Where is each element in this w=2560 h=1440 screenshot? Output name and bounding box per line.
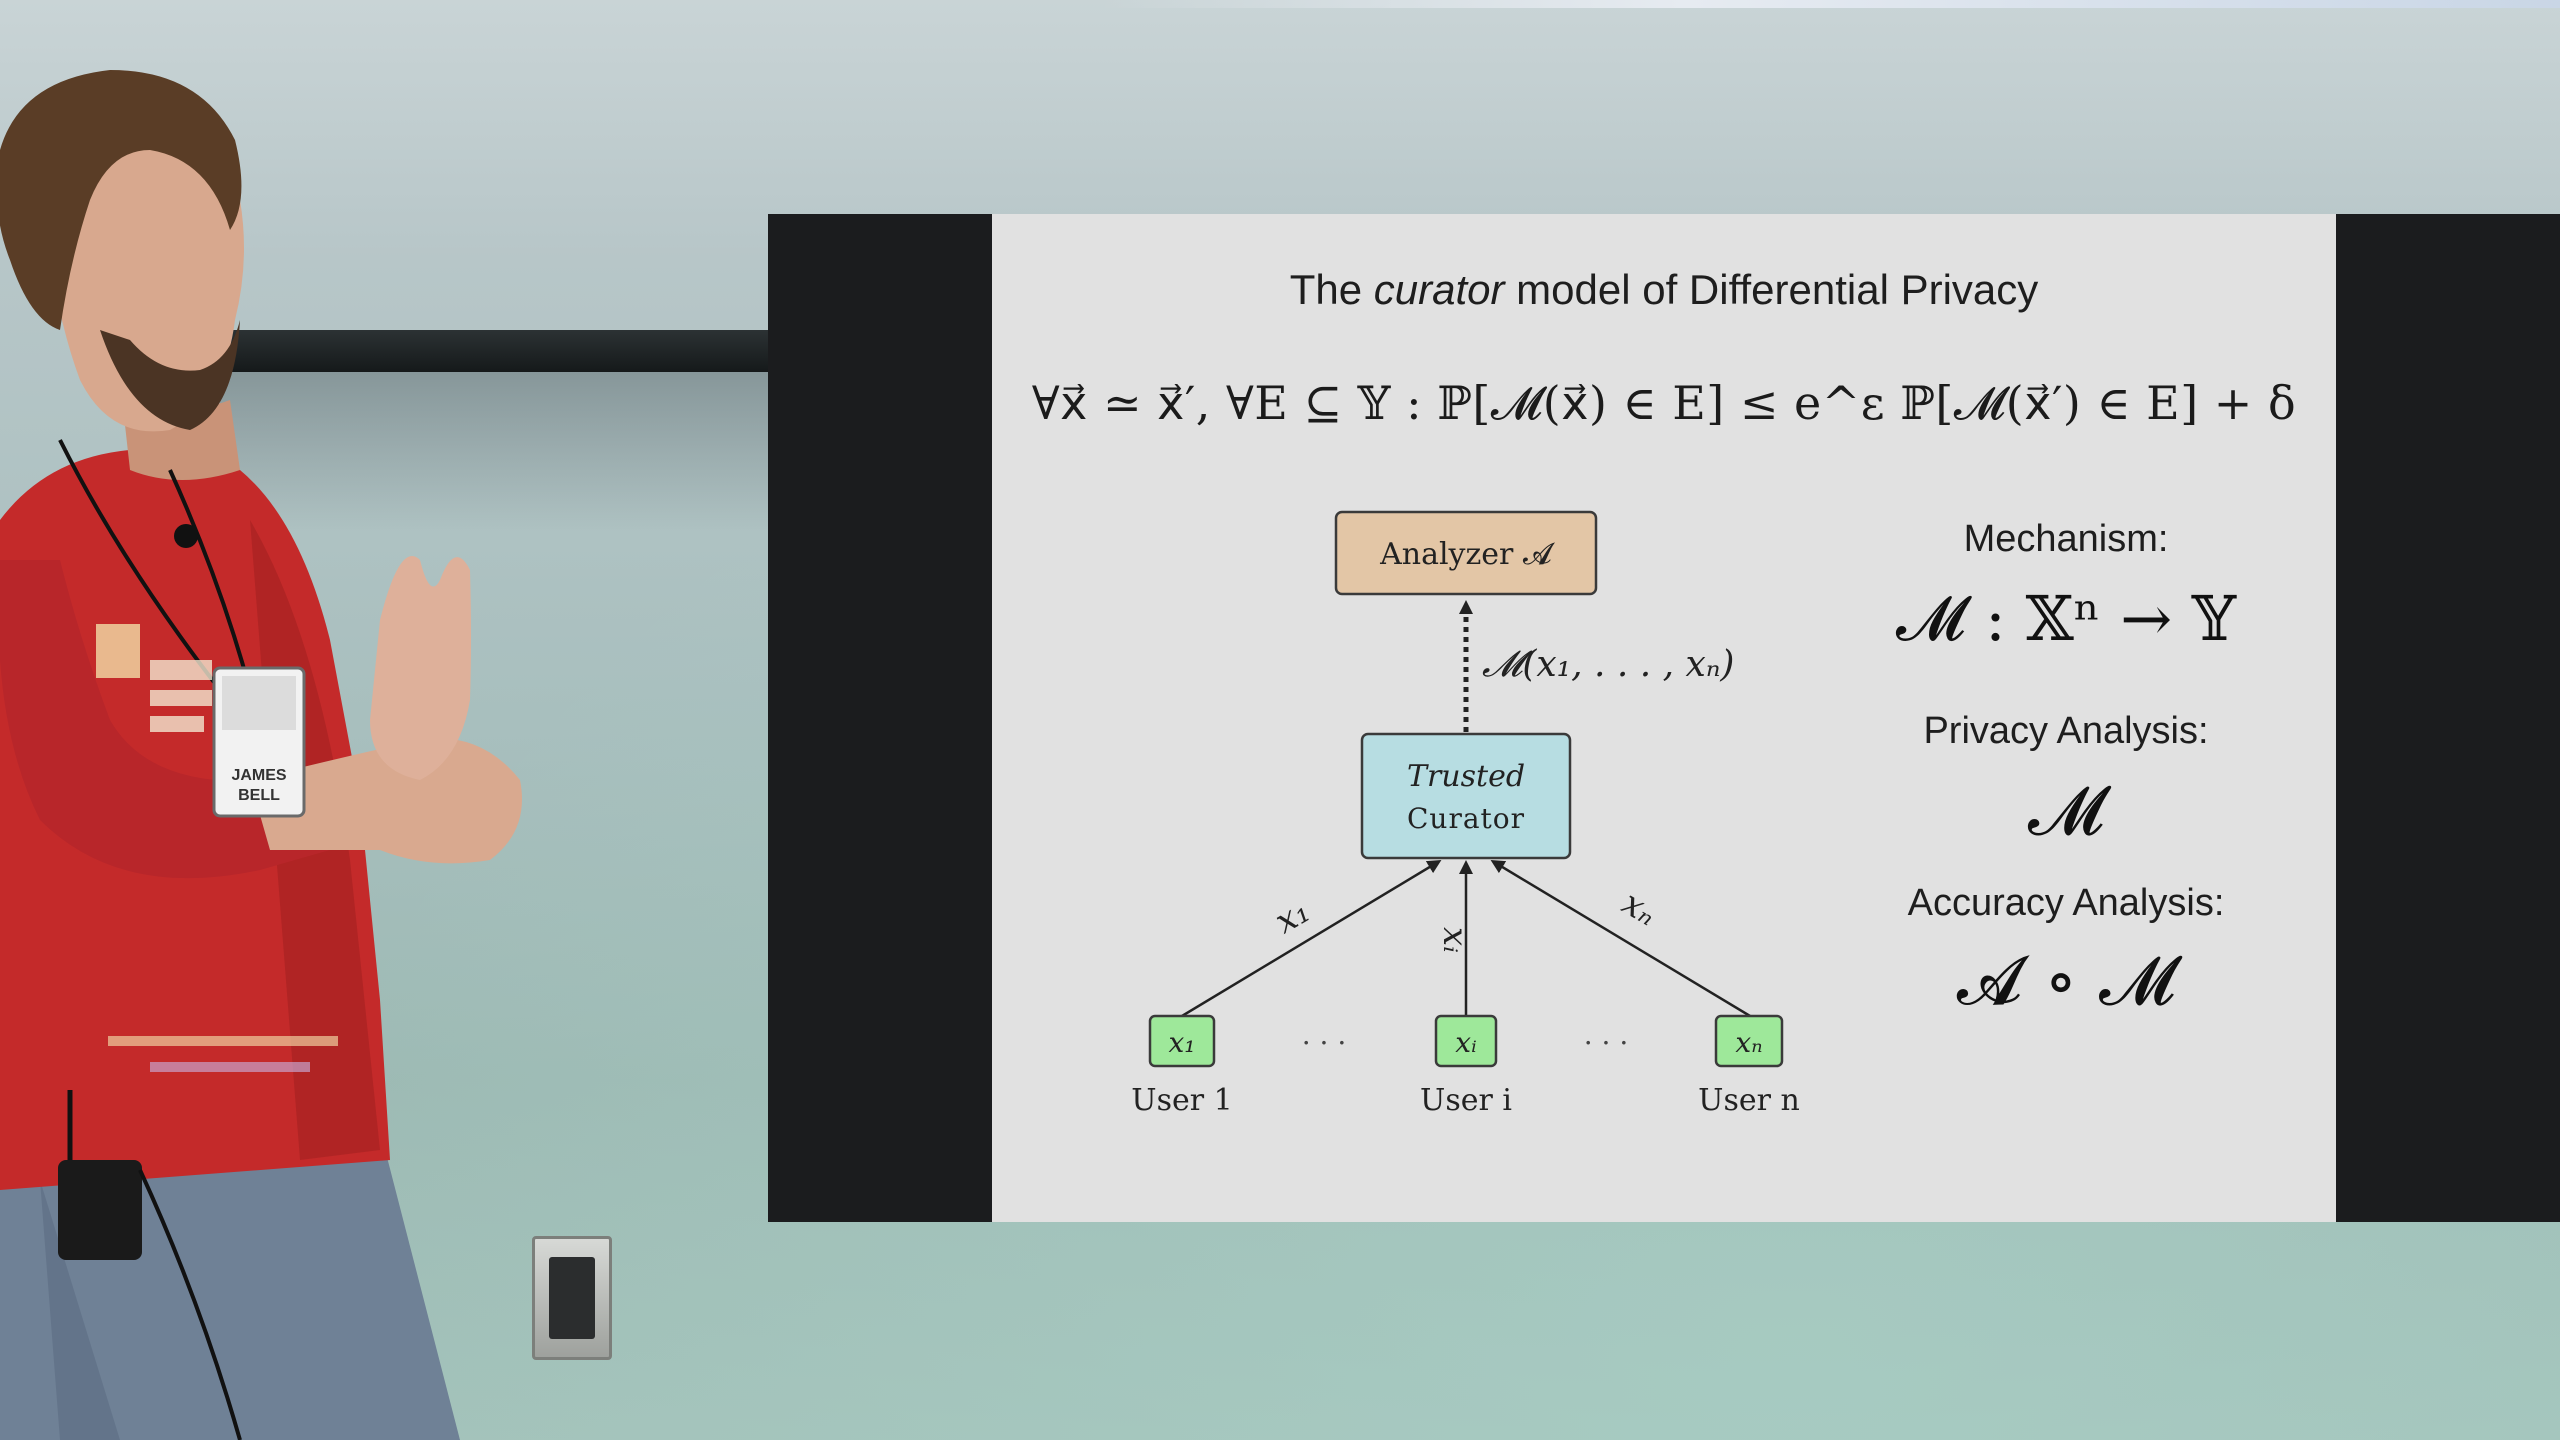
edge-label-n: xₙ (1615, 883, 1664, 934)
user-1-label: User 1 (1131, 1083, 1232, 1118)
wall-switch-plate (532, 1236, 612, 1360)
edge-label-1: x₁ (1268, 891, 1316, 942)
ceiling-light (1100, 0, 2560, 8)
mechanism-heading: Mechanism: (1963, 518, 2169, 560)
accuracy-heading: Accuracy Analysis: (1907, 882, 2225, 924)
privacy-math: 𝓜 (2027, 772, 2105, 851)
edge-user-1 (1181, 859, 1442, 1018)
edge-user-n (1490, 859, 1751, 1018)
wireless-transmitter (58, 1160, 142, 1260)
mechanism-edge-label: 𝓜(x₁, . . . , xₙ) (1482, 644, 1734, 685)
badge-name-last: BELL (238, 787, 280, 804)
analyzer-label: Analyzer 𝓐 (1379, 537, 1556, 572)
privacy-heading: Privacy Analysis: (1923, 710, 2209, 752)
user-i-label: User i (1420, 1083, 1512, 1118)
lapel-microphone (174, 524, 198, 548)
ellipsis-right: . . . (1584, 1018, 1629, 1051)
user-i-value: xᵢ (1455, 1026, 1476, 1059)
badge-name-first: JAMES (231, 767, 286, 784)
user-n-label: User n (1698, 1083, 1800, 1118)
speaker: JAMES BELL (0, 70, 522, 1440)
curator-line1: Trusted (1407, 759, 1525, 794)
curator-line2: Curator (1407, 802, 1525, 835)
mechanism-math: 𝓜 : 𝕏ⁿ → 𝕐 (1895, 582, 2237, 655)
presentation-slide: The curator model of Differential Privac… (992, 214, 2336, 1222)
video-frame: The curator model of Differential Privac… (0, 0, 2560, 1440)
ellipsis-left: . . . (1302, 1018, 1347, 1051)
edge-label-i: xᵢ (1435, 927, 1475, 953)
accuracy-math: 𝓐 ∘ 𝓜 (1956, 942, 2176, 1021)
user-1-value: x₁ (1168, 1026, 1195, 1059)
user-n-value: xₙ (1735, 1026, 1762, 1059)
trusted-curator-box (1360, 732, 1572, 860)
